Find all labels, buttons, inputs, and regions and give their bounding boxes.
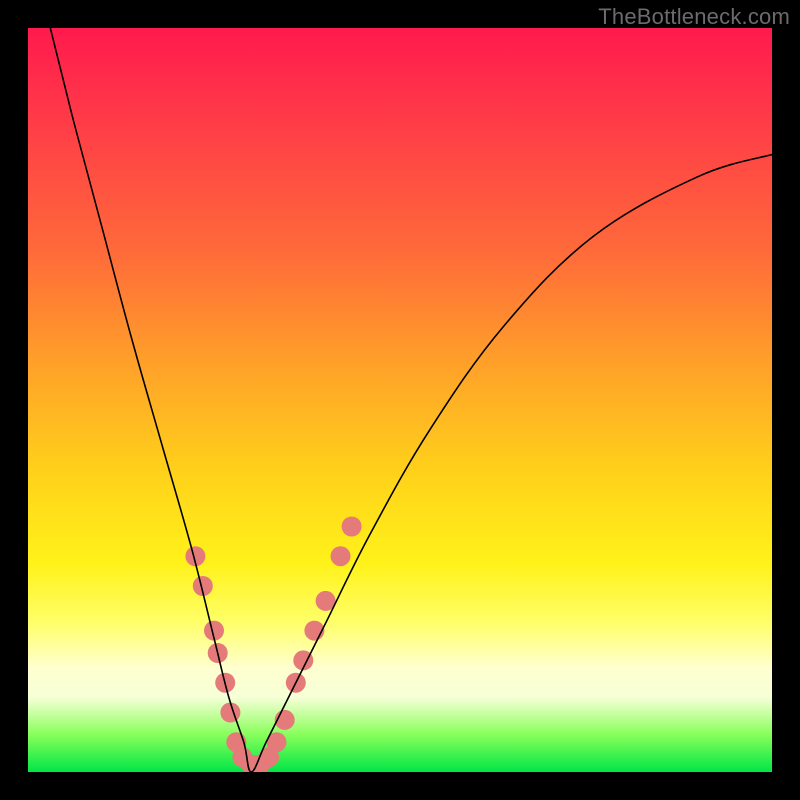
watermark-text: TheBottleneck.com	[598, 4, 790, 30]
chart-svg	[28, 28, 772, 772]
chart-frame: TheBottleneck.com	[0, 0, 800, 800]
highlight-dot	[331, 546, 351, 566]
highlight-dot	[220, 703, 240, 723]
highlight-dots-group	[185, 517, 361, 773]
plot-area	[28, 28, 772, 772]
bottleneck-curve	[50, 28, 772, 772]
highlight-dot	[342, 517, 362, 537]
